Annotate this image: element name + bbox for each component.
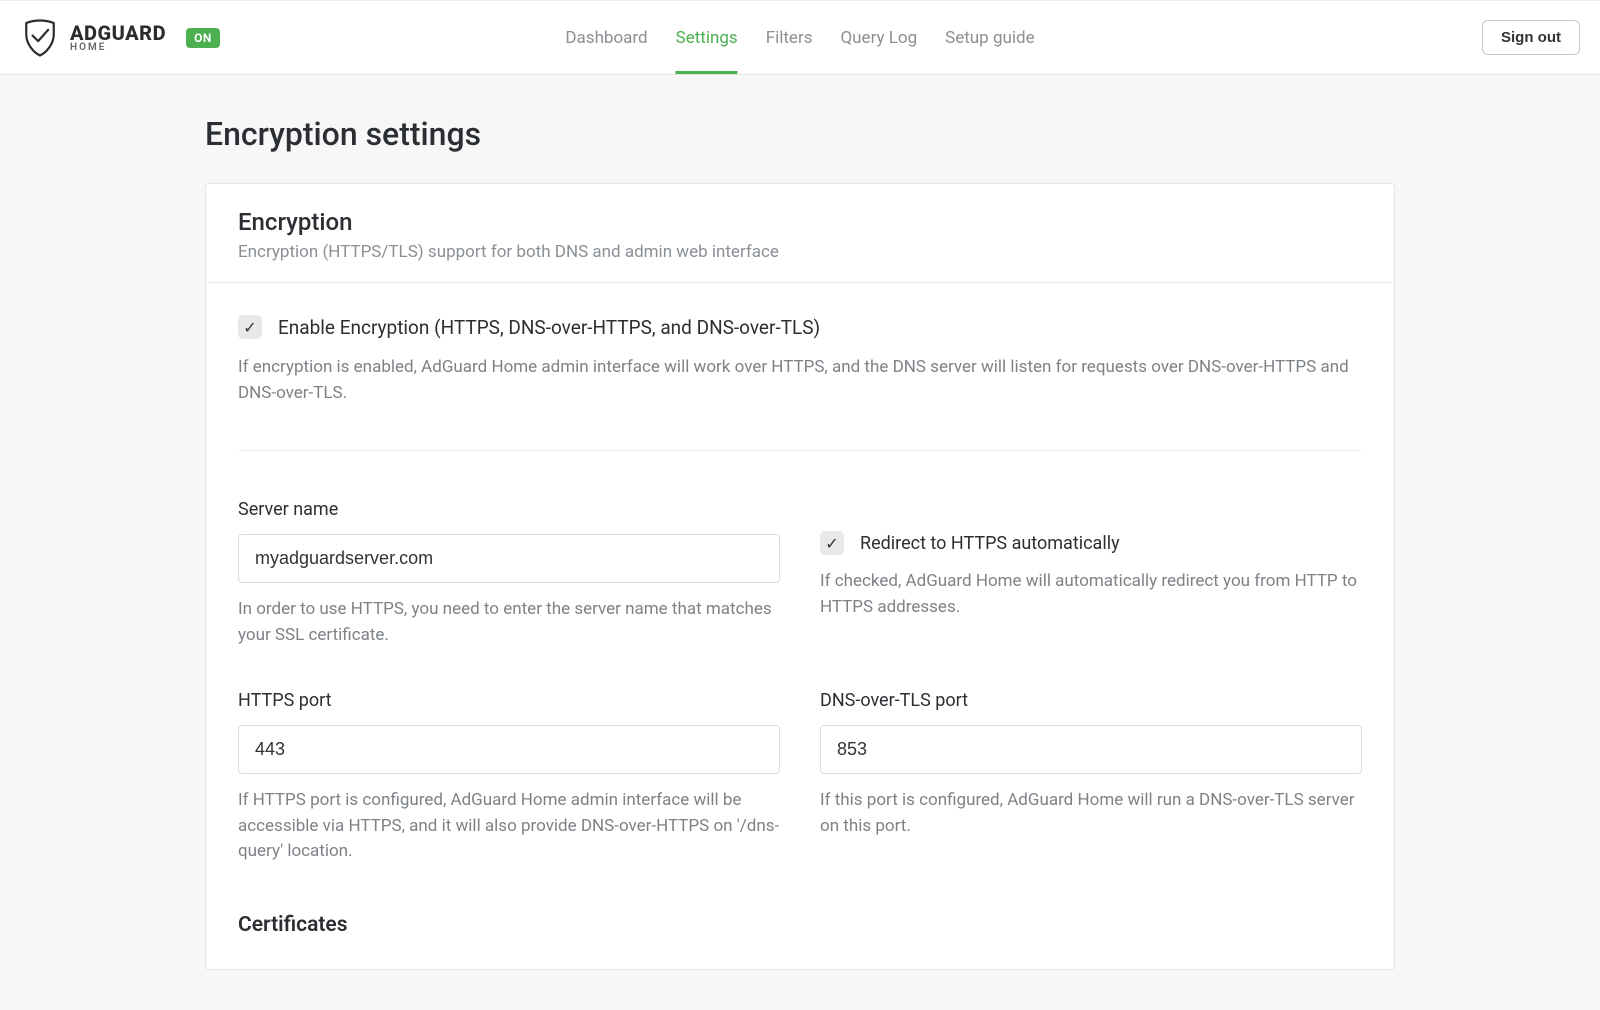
redirect-label: Redirect to HTTPS automatically — [860, 533, 1120, 554]
page-title: Encryption settings — [205, 115, 1395, 153]
card-title: Encryption — [238, 208, 1362, 236]
encryption-card: Encryption Encryption (HTTPS/TLS) suppor… — [205, 183, 1395, 970]
redirect-row: ✓ Redirect to HTTPS automatically — [820, 531, 1362, 555]
enable-encryption-label: Enable Encryption (HTTPS, DNS-over-HTTPS… — [278, 316, 820, 339]
page: Encryption settings Encryption Encryptio… — [155, 75, 1445, 1010]
shield-check-icon — [20, 18, 60, 58]
dot-port-label: DNS-over-TLS port — [820, 690, 1362, 711]
main-nav: Dashboard Settings Filters Query Log Set… — [565, 1, 1034, 74]
server-name-help: In order to use HTTPS, you need to enter… — [238, 597, 780, 648]
dot-port-help: If this port is configured, AdGuard Home… — [820, 788, 1362, 839]
certificates-title: Certificates — [238, 913, 1362, 937]
enable-encryption-row: ✓ Enable Encryption (HTTPS, DNS-over-HTT… — [238, 315, 1362, 339]
enable-encryption-help: If encryption is enabled, AdGuard Home a… — [238, 355, 1362, 406]
certificates-section: Certificates — [238, 913, 1362, 937]
sign-out-button[interactable]: Sign out — [1482, 20, 1580, 55]
server-name-input[interactable] — [238, 534, 780, 583]
brand[interactable]: ADGUARD HOME ON — [20, 18, 220, 58]
card-body: ✓ Enable Encryption (HTTPS, DNS-over-HTT… — [206, 283, 1394, 969]
dot-port-input[interactable] — [820, 725, 1362, 774]
nav-dashboard[interactable]: Dashboard — [565, 1, 647, 74]
https-port-input[interactable] — [238, 725, 780, 774]
https-port-field: HTTPS port If HTTPS port is configured, … — [238, 690, 780, 865]
status-badge[interactable]: ON — [186, 28, 220, 48]
brand-text: ADGUARD HOME — [70, 23, 166, 53]
server-name-label: Server name — [238, 499, 780, 520]
check-icon: ✓ — [243, 318, 256, 337]
brand-main: ADGUARD — [70, 23, 166, 43]
card-subtitle: Encryption (HTTPS/TLS) support for both … — [238, 242, 1362, 262]
divider — [238, 450, 1362, 451]
top-bar: ADGUARD HOME ON Dashboard Settings Filte… — [0, 0, 1600, 75]
server-name-field: Server name In order to use HTTPS, you n… — [238, 499, 780, 648]
nav-settings[interactable]: Settings — [676, 1, 738, 74]
nav-filters[interactable]: Filters — [766, 1, 813, 74]
nav-query-log[interactable]: Query Log — [840, 1, 917, 74]
brand-sub: HOME — [70, 43, 166, 53]
nav-setup-guide[interactable]: Setup guide — [945, 1, 1034, 74]
check-icon: ✓ — [825, 534, 838, 553]
dot-port-field: DNS-over-TLS port If this port is config… — [820, 690, 1362, 865]
settings-grid: Server name In order to use HTTPS, you n… — [238, 499, 1362, 937]
redirect-help: If checked, AdGuard Home will automatica… — [820, 569, 1362, 620]
redirect-checkbox[interactable]: ✓ — [820, 531, 844, 555]
card-header: Encryption Encryption (HTTPS/TLS) suppor… — [206, 184, 1394, 283]
https-port-label: HTTPS port — [238, 690, 780, 711]
https-port-help: If HTTPS port is configured, AdGuard Hom… — [238, 788, 780, 865]
redirect-field: ✓ Redirect to HTTPS automatically If che… — [820, 499, 1362, 648]
enable-encryption-checkbox[interactable]: ✓ — [238, 315, 262, 339]
